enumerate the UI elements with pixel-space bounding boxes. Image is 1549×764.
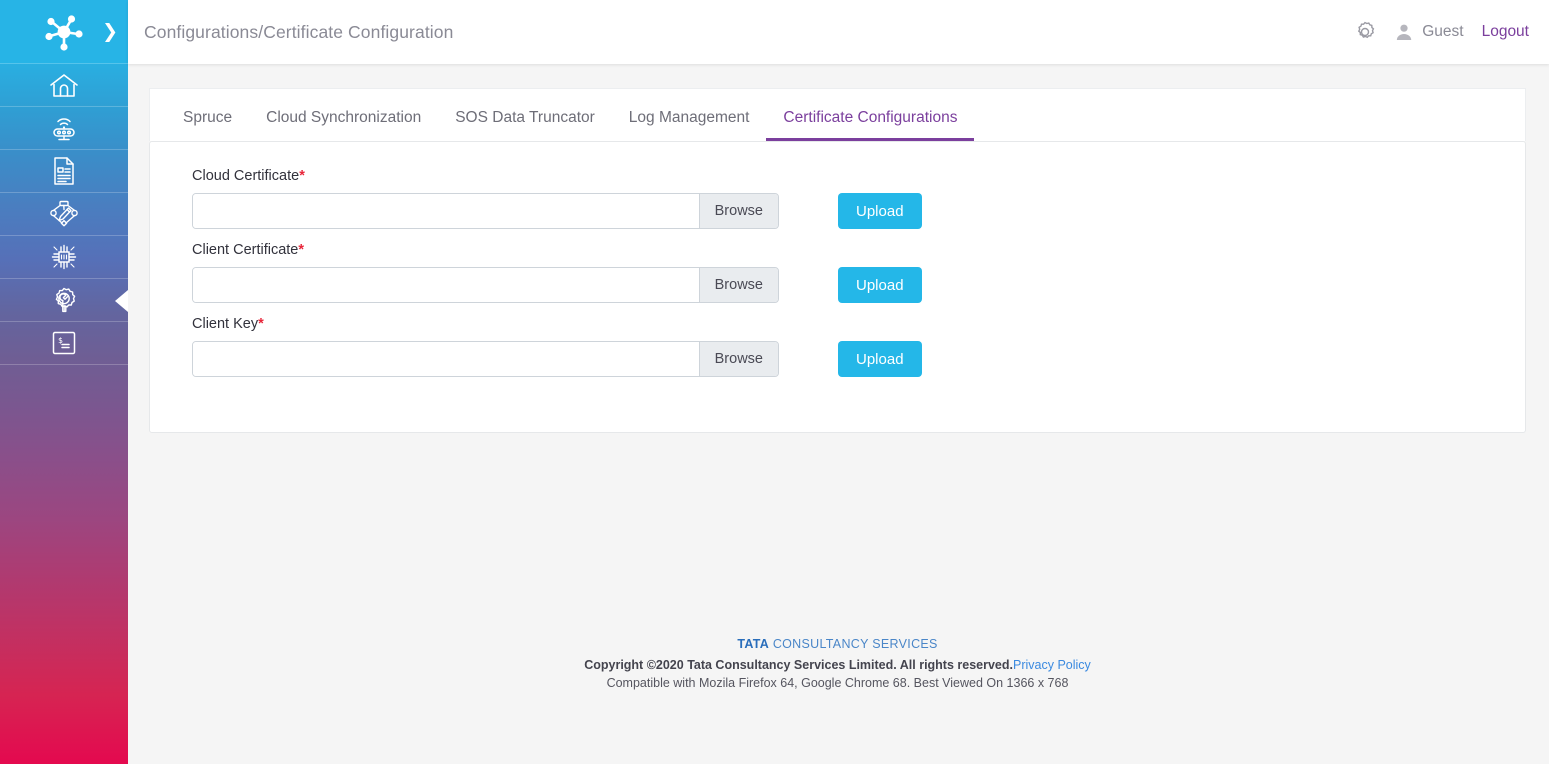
file-path-input-client-key[interactable]	[193, 342, 699, 376]
field-label-client-certificate: Client Certificate*	[192, 242, 1483, 258]
file-path-input-cloud-certificate[interactable]	[193, 194, 699, 228]
sidebar: ❯ $	[0, 0, 128, 764]
gear-wrench-icon	[49, 285, 79, 315]
sidebar-item-home[interactable]	[0, 64, 128, 107]
field-label-cloud-certificate: Cloud Certificate*	[192, 168, 1483, 184]
sidebar-item-documents[interactable]	[0, 150, 128, 193]
content-area: Spruce Cloud Synchronization SOS Data Tr…	[128, 64, 1549, 764]
panel-wrapper: Spruce Cloud Synchronization SOS Data Tr…	[149, 88, 1526, 433]
network-hub-logo-icon	[38, 12, 90, 52]
top-bar: Configurations/Certificate Configuration	[128, 0, 1549, 64]
sidebar-collapse-toggle[interactable]	[114, 288, 128, 314]
tab-spruce[interactable]: Spruce	[166, 109, 249, 142]
field-label-client-key: Client Key*	[192, 316, 1483, 332]
sidebar-item-gateway[interactable]	[0, 107, 128, 150]
tab-certificate-configurations[interactable]: Certificate Configurations	[766, 109, 975, 141]
tcs-brand-bold: TATA	[737, 637, 770, 651]
upload-button-cloud-certificate[interactable]: Upload	[838, 193, 922, 229]
home-icon	[49, 72, 79, 99]
required-asterisk: *	[298, 242, 305, 258]
sidebar-item-designer[interactable]	[0, 193, 128, 236]
label-text: Cloud Certificate	[192, 168, 300, 184]
required-asterisk: *	[258, 316, 264, 332]
logout-link[interactable]: Logout	[1482, 23, 1529, 41]
browse-button-client-certificate[interactable]: Browse	[698, 268, 778, 302]
label-text: Client Key	[192, 316, 259, 332]
file-input-group-client-key: Browse	[192, 341, 779, 377]
circuit-pencil-icon	[49, 199, 79, 229]
app-root: ❯ $ Configurations/Certificate Configura…	[0, 0, 1549, 764]
upload-button-client-key[interactable]: Upload	[838, 341, 922, 377]
privacy-policy-link[interactable]: Privacy Policy	[1013, 658, 1091, 672]
certificate-form-card: Cloud Certificate* Browse Upload Client …	[149, 141, 1526, 433]
upload-button-client-certificate[interactable]: Upload	[838, 267, 922, 303]
chevron-right-icon[interactable]: ❯	[102, 22, 118, 41]
user-box[interactable]: Guest	[1395, 23, 1464, 41]
tcs-brand: TATA CONSULTANCY SERVICES	[149, 637, 1526, 651]
controls-client-certificate: Browse Upload	[192, 267, 1483, 303]
label-text: Client Certificate	[192, 242, 299, 258]
tab-bar: Spruce Cloud Synchronization SOS Data Tr…	[149, 88, 1526, 141]
controls-client-key: Browse Upload	[192, 341, 1483, 377]
user-avatar-icon	[1395, 23, 1413, 41]
main-area: Configurations/Certificate Configuration	[128, 0, 1549, 764]
microchip-icon	[49, 242, 79, 272]
breadcrumb: Configurations/Certificate Configuration	[144, 21, 454, 42]
sidebar-item-devices[interactable]	[0, 236, 128, 279]
svg-text:$: $	[58, 336, 63, 345]
field-client-key: Client Key* Browse Upload	[150, 316, 1525, 377]
file-input-group-cloud-certificate: Browse	[192, 193, 779, 229]
copyright-line: Copyright ©2020 Tata Consultancy Service…	[149, 658, 1526, 672]
tab-cloud-synchronization[interactable]: Cloud Synchronization	[249, 109, 438, 142]
browse-button-client-key[interactable]: Browse	[698, 342, 778, 376]
document-icon	[51, 156, 77, 186]
controls-cloud-certificate: Browse Upload	[192, 193, 1483, 229]
file-input-group-client-certificate: Browse	[192, 267, 779, 303]
gateway-wifi-icon	[49, 114, 79, 142]
copyright-text: Copyright ©2020 Tata Consultancy Service…	[584, 658, 1013, 672]
page-footer: TATA CONSULTANCY SERVICES Copyright ©202…	[149, 433, 1526, 730]
collapse-left-triangle-icon	[114, 290, 128, 312]
user-name: Guest	[1422, 23, 1464, 40]
tab-sos-data-truncator[interactable]: SOS Data Truncator	[438, 109, 612, 142]
browse-button-cloud-certificate[interactable]: Browse	[698, 194, 778, 228]
tab-log-management[interactable]: Log Management	[612, 109, 767, 142]
file-path-input-client-certificate[interactable]	[193, 268, 699, 302]
tcs-brand-rest: CONSULTANCY SERVICES	[769, 637, 938, 651]
compatibility-line: Compatible with Mozila Firefox 64, Googl…	[606, 676, 1069, 690]
field-cloud-certificate: Cloud Certificate* Browse Upload	[150, 168, 1525, 229]
field-client-certificate: Client Certificate* Browse Upload	[150, 242, 1525, 303]
sidebar-item-configurations[interactable]	[0, 279, 128, 322]
sidebar-logo[interactable]: ❯	[0, 0, 128, 64]
required-asterisk: *	[299, 168, 305, 184]
sidebar-item-console[interactable]: $	[0, 322, 128, 365]
terminal-console-icon: $	[51, 330, 77, 356]
topbar-actions: Guest Logout	[1353, 20, 1529, 44]
gear-icon[interactable]	[1353, 20, 1377, 44]
